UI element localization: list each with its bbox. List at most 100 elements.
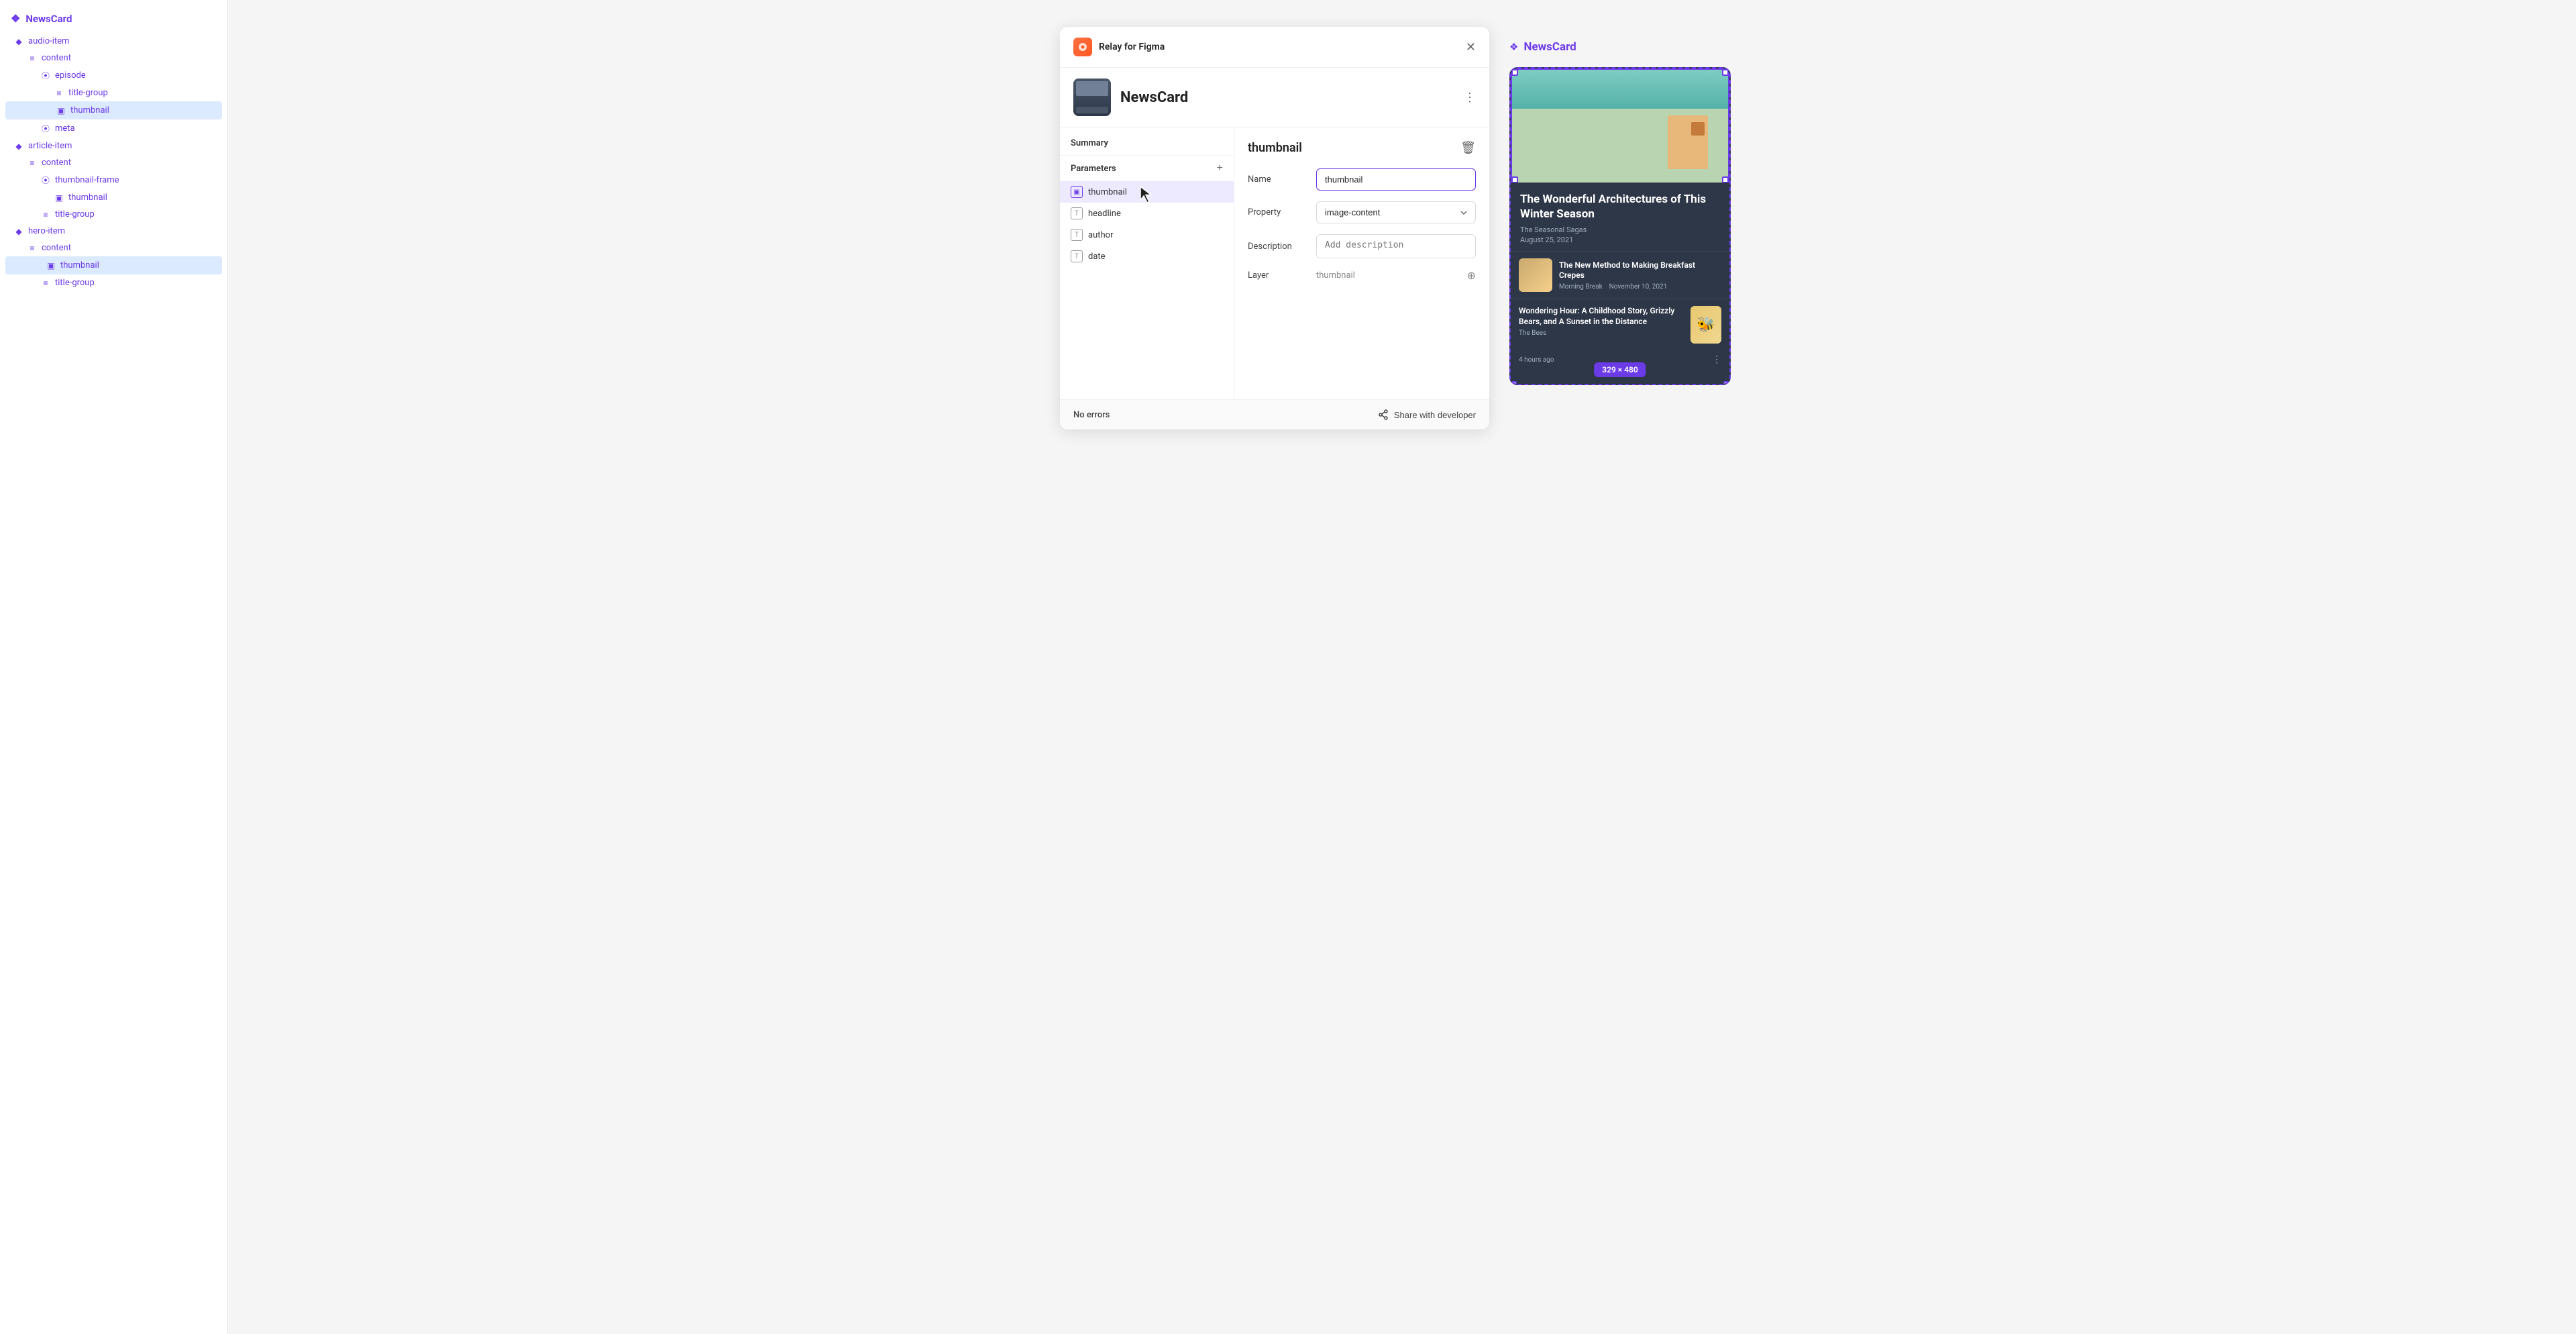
last-source: The Bees <box>1519 329 1684 337</box>
sidebar-label-thumbnail-1: thumbnail <box>70 105 109 115</box>
param-img-icon: ▣ <box>1071 186 1083 198</box>
sidebar-item-article-item[interactable]: ◆ article-item <box>0 138 227 154</box>
param-item-author[interactable]: T author <box>1060 224 1234 246</box>
param-text-icon-author: T <box>1071 229 1083 241</box>
small-meta-1: Morning Break November 10, 2021 <box>1559 283 1721 291</box>
small-title-1: The New Method to Making Breakfast Crepe… <box>1559 260 1721 281</box>
img-icon-1: ▣ <box>56 106 66 115</box>
sidebar-item-hero-item[interactable]: ◆ hero-item <box>0 223 227 240</box>
sidebar-item-thumbnail-2[interactable]: ▣ thumbnail <box>0 189 227 206</box>
sidebar-label-title-group-2: title-group <box>55 209 95 219</box>
layer-label: Layer <box>1248 270 1308 280</box>
summary-label: Summary <box>1071 138 1108 148</box>
resize-handle-br[interactable] <box>1722 176 1729 183</box>
panel-right: thumbnail 🗑 Name Property image-content … <box>1234 127 1489 399</box>
size-badge: 329 × 480 <box>1594 362 1646 377</box>
bars-icon-3: ⦿ <box>40 174 51 186</box>
small-card-1: The New Method to Making Breakfast Crepe… <box>1511 251 1729 299</box>
sidebar-item-content-3[interactable]: ≡ content <box>0 240 227 256</box>
relay-logo <box>1073 38 1092 56</box>
sidebar-label-episode: episode <box>55 70 86 81</box>
param-text-icon-headline: T <box>1071 207 1083 219</box>
last-thumb: 🐝 <box>1690 306 1721 344</box>
description-input[interactable] <box>1316 234 1476 258</box>
share-label: Share with developer <box>1394 410 1476 420</box>
sidebar-item-title-group[interactable]: ≡ title-group <box>0 85 227 101</box>
component-menu-button[interactable]: ⋮ <box>1464 91 1476 105</box>
relay-panel: Relay for Figma ✕ NewsCard ⋮ Summary <box>1060 27 1489 429</box>
hero-source: The Seasonal Sagas <box>1520 225 1720 234</box>
delete-button[interactable]: 🗑 <box>1460 141 1476 155</box>
property-label: Property <box>1248 207 1308 217</box>
hero-date: August 25, 2021 <box>1520 236 1720 244</box>
resize-handle-bottom-left[interactable] <box>1510 381 1517 385</box>
sidebar-item-audio-item[interactable]: ◆ audio-item <box>0 33 227 50</box>
relay-header-left: Relay for Figma <box>1073 38 1165 56</box>
grid-icon: ❖ <box>11 12 20 25</box>
param-item-headline[interactable]: T headline <box>1060 203 1234 224</box>
close-button[interactable]: ✕ <box>1466 41 1476 53</box>
sidebar-item-thumbnail-frame[interactable]: ⦿ thumbnail-frame <box>0 171 227 189</box>
sidebar-item-title-group-3[interactable]: ≡ title-group <box>0 274 227 291</box>
summary-section: Summary <box>1060 138 1234 155</box>
sidebar-label-meta: meta <box>55 123 75 134</box>
sidebar-label-article-item: article-item <box>28 141 72 151</box>
lines-icon-5: ≡ <box>27 244 38 253</box>
sidebar-label-title-group-3: title-group <box>55 278 95 288</box>
param-label-thumbnail: thumbnail <box>1088 187 1127 197</box>
preview-grid-icon: ❖ <box>1509 41 1518 53</box>
panel-body: Summary Parameters + ▣ thumbnail <box>1060 127 1489 399</box>
preview-panel: ❖ NewsCard The Wonderful Architectures o… <box>1489 27 1744 399</box>
lines-icon-2: ≡ <box>54 89 64 98</box>
panel-left: Summary Parameters + ▣ thumbnail <box>1060 127 1234 399</box>
diamond-icon-3: ◆ <box>13 227 24 236</box>
news-card-preview: The Wonderful Architectures of This Wint… <box>1509 67 1731 385</box>
name-field-row: Name <box>1248 168 1476 191</box>
lines-icon-3: ≡ <box>27 158 38 168</box>
share-button[interactable]: Share with developer <box>1378 409 1476 420</box>
sidebar-label-hero-item: hero-item <box>28 226 65 236</box>
last-title: Wondering Hour: A Childhood Story, Grizz… <box>1519 306 1684 327</box>
sidebar-label-audio-item: audio-item <box>28 36 69 46</box>
crosshair-icon[interactable]: ⊕ <box>1467 269 1476 282</box>
status-text: No errors <box>1073 410 1110 420</box>
component-header-left: NewsCard <box>1073 79 1188 116</box>
resize-handle-tr[interactable] <box>1722 69 1729 76</box>
diamond-icon: ◆ <box>13 37 24 46</box>
name-label: Name <box>1248 174 1308 185</box>
lines-icon: ≡ <box>27 54 38 63</box>
sidebar-item-thumbnail-3[interactable]: ▣ thumbnail <box>5 256 222 274</box>
sidebar-item-episode[interactable]: ⦿ episode <box>0 66 227 85</box>
param-item-date[interactable]: T date <box>1060 246 1234 267</box>
property-select[interactable]: image-content text-content <box>1316 201 1476 223</box>
param-item-thumbnail[interactable]: ▣ thumbnail <box>1060 181 1234 203</box>
sidebar-label-thumbnail-frame: thumbnail-frame <box>55 175 119 185</box>
param-label-headline: headline <box>1088 209 1121 219</box>
sidebar-root[interactable]: ❖ NewsCard <box>0 0 227 33</box>
resize-handle-bl[interactable] <box>1511 176 1518 183</box>
footer-menu[interactable]: ⋮ <box>1712 354 1721 365</box>
resize-handle-bottom-right[interactable] <box>1723 381 1730 385</box>
property-field-row: Property image-content text-content <box>1248 201 1476 223</box>
hero-title: The Wonderful Architectures of This Wint… <box>1520 192 1720 221</box>
main-content: Relay for Figma ✕ NewsCard ⋮ Summary <box>228 0 2576 1334</box>
diamond-icon-2: ◆ <box>13 142 24 151</box>
last-card: Wondering Hour: A Childhood Story, Grizz… <box>1511 299 1729 350</box>
sidebar-item-content[interactable]: ≡ content <box>0 50 227 66</box>
add-parameter-button[interactable]: + <box>1217 162 1223 174</box>
sidebar-item-title-group-2[interactable]: ≡ title-group <box>0 206 227 223</box>
name-input[interactable] <box>1316 168 1476 191</box>
sidebar-label-content: content <box>42 53 71 63</box>
small-content-1: The New Method to Making Breakfast Crepe… <box>1559 260 1721 291</box>
lines-icon-4: ≡ <box>40 210 51 219</box>
relay-app-title: Relay for Figma <box>1099 42 1165 52</box>
param-label-date: date <box>1088 252 1106 262</box>
sidebar-item-content-2[interactable]: ≡ content <box>0 154 227 171</box>
resize-handle-tl[interactable] <box>1511 69 1518 76</box>
layer-value: thumbnail <box>1316 270 1459 280</box>
sidebar-root-label: NewsCard <box>25 13 72 25</box>
panel-footer: No errors Share with developer <box>1060 399 1489 429</box>
sidebar-item-thumbnail-1[interactable]: ▣ thumbnail <box>5 101 222 119</box>
component-thumbnail <box>1073 79 1111 116</box>
sidebar-item-meta[interactable]: ⦿ meta <box>0 119 227 138</box>
